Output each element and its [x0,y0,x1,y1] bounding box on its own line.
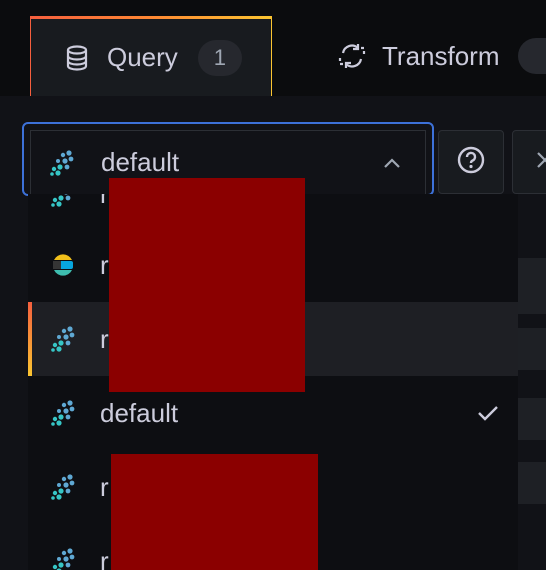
redaction-block [109,178,305,392]
prometheus-datasource-icon [50,400,76,426]
datasource-option-label: default [100,397,179,428]
help-button[interactable] [438,130,504,194]
transform-icon [338,42,366,70]
prometheus-datasource-icon [50,326,76,352]
close-button[interactable] [512,130,546,194]
query-count-badge: 1 [197,39,242,76]
prometheus-datasource-icon [50,474,76,500]
tab-query-label: Query [107,42,178,72]
datasource-option-label: r [100,471,109,502]
datasource-option-label: r [100,323,109,354]
tab-transform-label: Transform [382,40,500,71]
question-circle-icon [456,145,486,180]
background-row [518,462,546,504]
background-row [518,398,546,440]
datasource-option-label: r [100,194,109,210]
close-icon [535,150,546,175]
redaction-block [111,454,318,570]
transform-count-badge [517,38,546,74]
datasource-picker-value: default [101,147,180,177]
background-row [518,328,546,370]
background-row [518,258,546,314]
checkmark-icon [476,401,500,425]
datasource-option-label: r [100,249,109,280]
database-icon [63,44,91,72]
tab-transform[interactable]: Transform [338,16,546,96]
elasticsearch-datasource-icon [50,252,76,278]
prometheus-datasource-icon [50,548,76,570]
prometheus-datasource-icon [50,194,76,207]
tab-query[interactable]: Query 1 [30,16,272,96]
prometheus-datasource-icon [49,149,75,176]
datasource-option-label: r [100,545,109,570]
chevron-up-icon[interactable] [381,153,403,175]
